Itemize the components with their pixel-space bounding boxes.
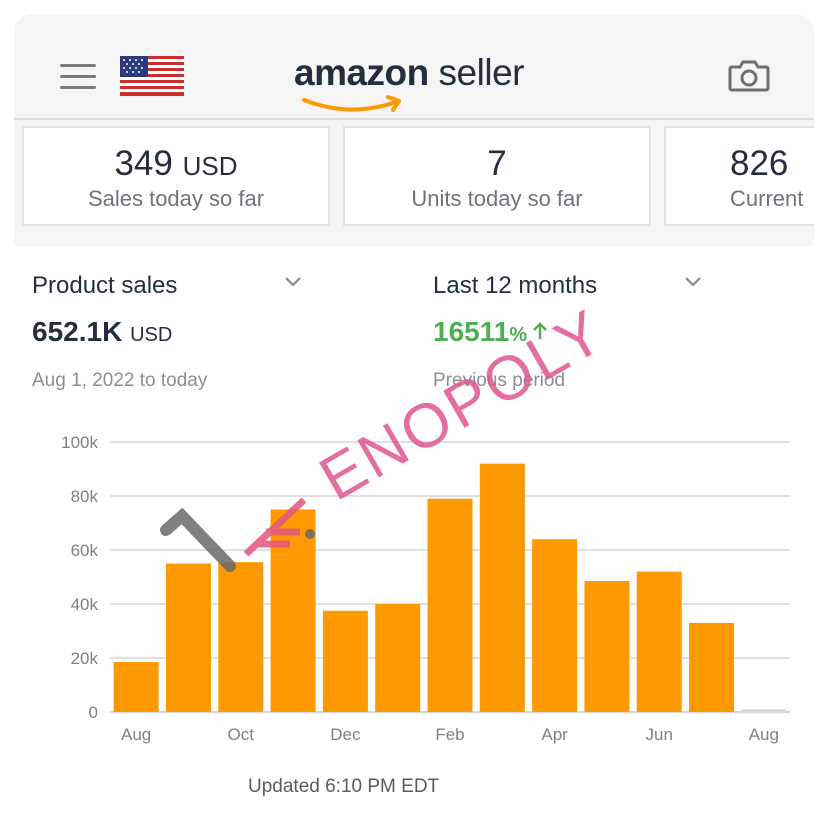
stats-strip: 349 USD Sales today so far 7 Units today… (14, 120, 814, 246)
bar-oct-2[interactable] (218, 562, 264, 712)
bar-jun-10[interactable] (636, 571, 682, 712)
menu-icon[interactable] (60, 64, 96, 90)
logo-text-light: seller (438, 52, 525, 93)
bar-dec-4[interactable] (322, 610, 368, 712)
camera-icon[interactable] (728, 58, 770, 92)
x-tick-label: Jun (646, 725, 673, 744)
bar-sep-1[interactable] (165, 563, 211, 713)
amazon-smile-icon (302, 95, 401, 112)
metric-value: 652.1K (32, 316, 123, 347)
amazon-seller-logo: amazon seller (294, 52, 554, 112)
bar-mar-7[interactable] (479, 463, 525, 712)
y-tick-label: 60k (71, 541, 99, 560)
chevron-down-icon[interactable] (684, 276, 702, 288)
chevron-down-icon[interactable] (284, 276, 302, 288)
bar-apr-8[interactable] (532, 539, 578, 712)
x-tick-label: Apr (541, 725, 568, 744)
y-tick-label: 80k (71, 487, 99, 506)
y-tick-label: 20k (71, 649, 99, 668)
metric-date-range: Aug 1, 2022 to today (32, 370, 208, 391)
x-tick-label: Feb (435, 725, 464, 744)
stat-unit: USD (182, 151, 238, 181)
y-tick-label: 0 (89, 703, 98, 722)
logo-text-bold: amazon (294, 52, 429, 93)
arrow-up-icon (533, 322, 547, 339)
bar-may-9[interactable] (584, 581, 630, 712)
stat-label: Units today so far (411, 186, 583, 211)
metric-unit: USD (130, 324, 173, 346)
bar-jul-11[interactable] (689, 622, 735, 712)
app-screen: amazon seller 349 USD Sales today so far… (14, 14, 814, 800)
comparison-change: 16511% (433, 316, 549, 348)
updated-timestamp: Updated 6:10 PM EDT (248, 776, 440, 797)
bar-feb-6[interactable] (427, 498, 473, 712)
stat-label: Sales today so far (87, 186, 265, 211)
metric-selector[interactable]: Product sales (32, 272, 177, 300)
stat-value: 826 (730, 144, 789, 183)
stat-label: Current (730, 186, 804, 211)
stat-value: 7 (487, 144, 507, 183)
bar-jan-5[interactable] (375, 604, 421, 712)
bar-nov-3[interactable] (270, 509, 316, 713)
stat-value: 349 (114, 144, 173, 183)
period-selector[interactable]: Last 12 months (433, 272, 597, 300)
metric-total: 652.1K USD (32, 316, 172, 348)
us-flag-icon[interactable] (120, 56, 184, 96)
y-tick-label: 100k (61, 433, 98, 452)
bar-aug-0[interactable] (113, 662, 159, 712)
comparison-label: Previous period (433, 370, 566, 391)
x-tick-label: Oct (228, 725, 255, 744)
comparison-value: 16511 (433, 316, 510, 347)
x-tick-label: Dec (330, 725, 361, 744)
stat-card-units[interactable]: 7 Units today so far (343, 126, 651, 226)
stat-card-current[interactable]: 826 Current (664, 126, 814, 226)
stat-card-sales[interactable]: 349 USD Sales today so far (22, 126, 330, 226)
sales-bar-chart: 0 20k 40k 60k 80k 100k Aug Oct Dec Feb Apr Jun Aug (61, 433, 790, 744)
y-tick-label: 40k (71, 595, 99, 614)
x-tick-label: Aug (749, 725, 779, 744)
bar-aug-12[interactable] (741, 709, 787, 712)
top-bar: amazon seller (14, 14, 814, 120)
x-tick-label: Aug (121, 725, 151, 744)
comparison-unit: % (509, 324, 528, 346)
